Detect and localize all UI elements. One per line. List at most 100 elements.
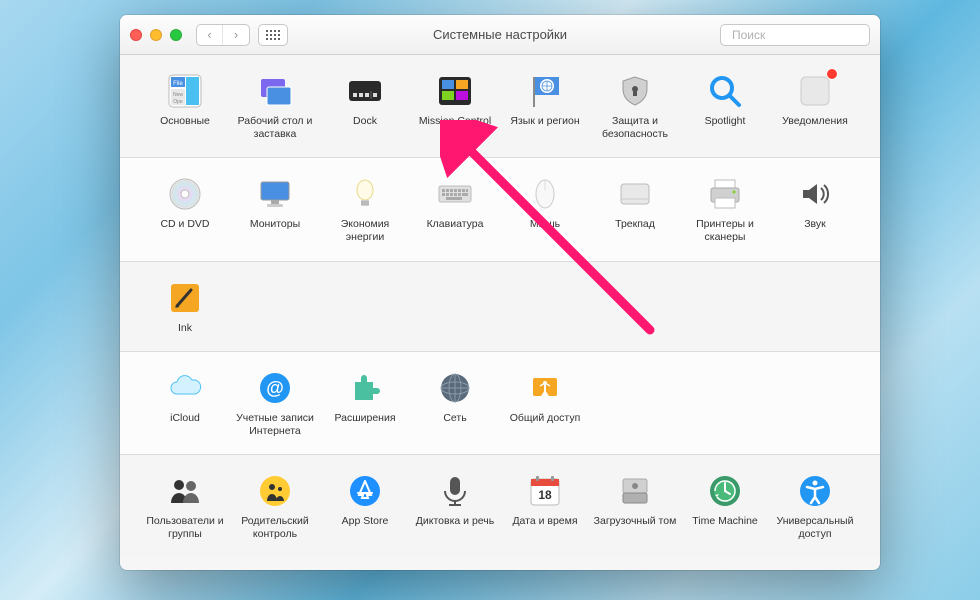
pref-item-label: Мониторы (250, 218, 300, 231)
ink-icon (165, 278, 205, 318)
timemachine-icon (705, 471, 745, 511)
pref-item-label: Защита и безопасность (592, 115, 678, 141)
pref-item-language[interactable]: Язык и регион (500, 69, 590, 143)
pref-item-datetime[interactable]: 18Дата и время (500, 469, 590, 543)
pref-item-accessibility[interactable]: Универсальный доступ (770, 469, 860, 543)
pref-item-dock[interactable]: Dock (320, 69, 410, 143)
pref-item-label: Time Machine (692, 515, 758, 528)
desktop-background: ‹ › Системные настройки FileNewOpeОсновн… (0, 0, 980, 600)
pref-item-label: Мышь (530, 218, 560, 231)
show-all-button[interactable] (258, 24, 288, 46)
pref-item-label: Учетные записи Интернета (232, 412, 318, 438)
pref-item-energy[interactable]: Экономия энергии (320, 172, 410, 246)
pref-item-desktop[interactable]: Рабочий стол и заставка (230, 69, 320, 143)
pref-item-label: Mission Control (419, 115, 491, 128)
startup-icon (615, 471, 655, 511)
pref-item-label: App Store (342, 515, 389, 528)
pref-item-label: Принтеры и сканеры (682, 218, 768, 244)
pref-item-trackpad[interactable]: Трекпад (590, 172, 680, 246)
pref-item-timemachine[interactable]: Time Machine (680, 469, 770, 543)
pref-item-label: Пользователи и группы (142, 515, 228, 541)
pref-item-cddvd[interactable]: CD и DVD (140, 172, 230, 246)
cddvd-icon (165, 174, 205, 214)
sound-icon (795, 174, 835, 214)
icloud-icon (165, 368, 205, 408)
pref-item-label: CD и DVD (160, 218, 209, 231)
search-input[interactable] (732, 28, 880, 42)
pref-item-keyboard[interactable]: Клавиатура (410, 172, 500, 246)
pref-item-label: Родительский контроль (232, 515, 318, 541)
pref-row-2: Ink (120, 262, 880, 352)
svg-text:New: New (173, 92, 183, 98)
nav-back-forward[interactable]: ‹ › (196, 24, 250, 46)
language-icon (525, 71, 565, 111)
pref-item-label: Трекпад (615, 218, 655, 231)
minimize-button[interactable] (150, 29, 162, 41)
network-icon (435, 368, 475, 408)
pref-item-label: Ink (178, 322, 192, 335)
general-icon: File NewOpe (165, 71, 205, 111)
pref-item-label: iCloud (170, 412, 200, 425)
pref-item-label: Основные (160, 115, 210, 128)
pref-item-label: Загрузочный том (594, 515, 677, 528)
pref-item-appstore[interactable]: App Store (320, 469, 410, 543)
notification-badge (826, 68, 838, 80)
pref-item-label: Уведомления (782, 115, 848, 128)
accessibility-icon (795, 471, 835, 511)
security-icon (615, 71, 655, 111)
grid-icon (266, 30, 280, 40)
pref-item-icloud[interactable]: iCloud (140, 366, 230, 440)
pref-item-label: Рабочий стол и заставка (232, 115, 318, 141)
back-button[interactable]: ‹ (197, 25, 223, 45)
mission-icon (435, 71, 475, 111)
pref-item-sharing[interactable]: Общий доступ (500, 366, 590, 440)
pref-item-label: Диктовка и речь (416, 515, 494, 528)
pref-item-general[interactable]: File NewOpe Основные (140, 69, 230, 143)
dock-icon (345, 71, 385, 111)
pref-item-label: Язык и регион (510, 115, 579, 128)
pref-item-extensions[interactable]: Расширения (320, 366, 410, 440)
pref-item-network[interactable]: Сеть (410, 366, 500, 440)
pref-item-sound[interactable]: Звук (770, 172, 860, 246)
pref-item-mission[interactable]: Mission Control (410, 69, 500, 143)
zoom-button[interactable] (170, 29, 182, 41)
pref-item-label: Общий доступ (510, 412, 581, 425)
energy-icon (345, 174, 385, 214)
pref-item-spotlight[interactable]: Spotlight (680, 69, 770, 143)
desktop-icon (255, 71, 295, 111)
pref-item-users[interactable]: Пользователи и группы (140, 469, 230, 543)
pref-item-label: Dock (353, 115, 377, 128)
parental-icon (255, 471, 295, 511)
svg-text:@: @ (266, 378, 284, 398)
pref-item-notifications[interactable]: Уведомления (770, 69, 860, 143)
pref-item-security[interactable]: Защита и безопасность (590, 69, 680, 143)
datetime-icon: 18 (525, 471, 565, 511)
pref-item-ink[interactable]: Ink (140, 276, 230, 337)
pref-item-accounts[interactable]: @ Учетные записи Интернета (230, 366, 320, 440)
svg-text:File: File (173, 81, 183, 87)
preference-rows: File NewOpe Основные Рабочий стол и заставк… (120, 55, 880, 570)
pref-row-0: File NewOpe Основные Рабочий стол и заставк… (120, 55, 880, 158)
svg-text:Ope: Ope (173, 99, 183, 105)
mouse-icon (525, 174, 565, 214)
pref-item-dictation[interactable]: Диктовка и речь (410, 469, 500, 543)
printers-icon (705, 174, 745, 214)
accounts-icon: @ (255, 368, 295, 408)
close-button[interactable] (130, 29, 142, 41)
pref-item-mouse[interactable]: Мышь (500, 172, 590, 246)
notifications-icon (795, 71, 835, 111)
pref-item-startup[interactable]: Загрузочный том (590, 469, 680, 543)
displays-icon (255, 174, 295, 214)
spotlight-icon (705, 71, 745, 111)
svg-text:18: 18 (538, 488, 552, 502)
forward-button[interactable]: › (223, 25, 249, 45)
pref-item-label: Клавиатура (427, 218, 484, 231)
pref-item-displays[interactable]: Мониторы (230, 172, 320, 246)
pref-row-3: iCloud @ Учетные записи ИнтернетаРасширени… (120, 352, 880, 455)
extensions-icon (345, 368, 385, 408)
pref-item-parental[interactable]: Родительский контроль (230, 469, 320, 543)
pref-item-printers[interactable]: Принтеры и сканеры (680, 172, 770, 246)
appstore-icon (345, 471, 385, 511)
search-field-wrapper[interactable] (720, 24, 870, 46)
pref-item-label: Экономия энергии (322, 218, 408, 244)
